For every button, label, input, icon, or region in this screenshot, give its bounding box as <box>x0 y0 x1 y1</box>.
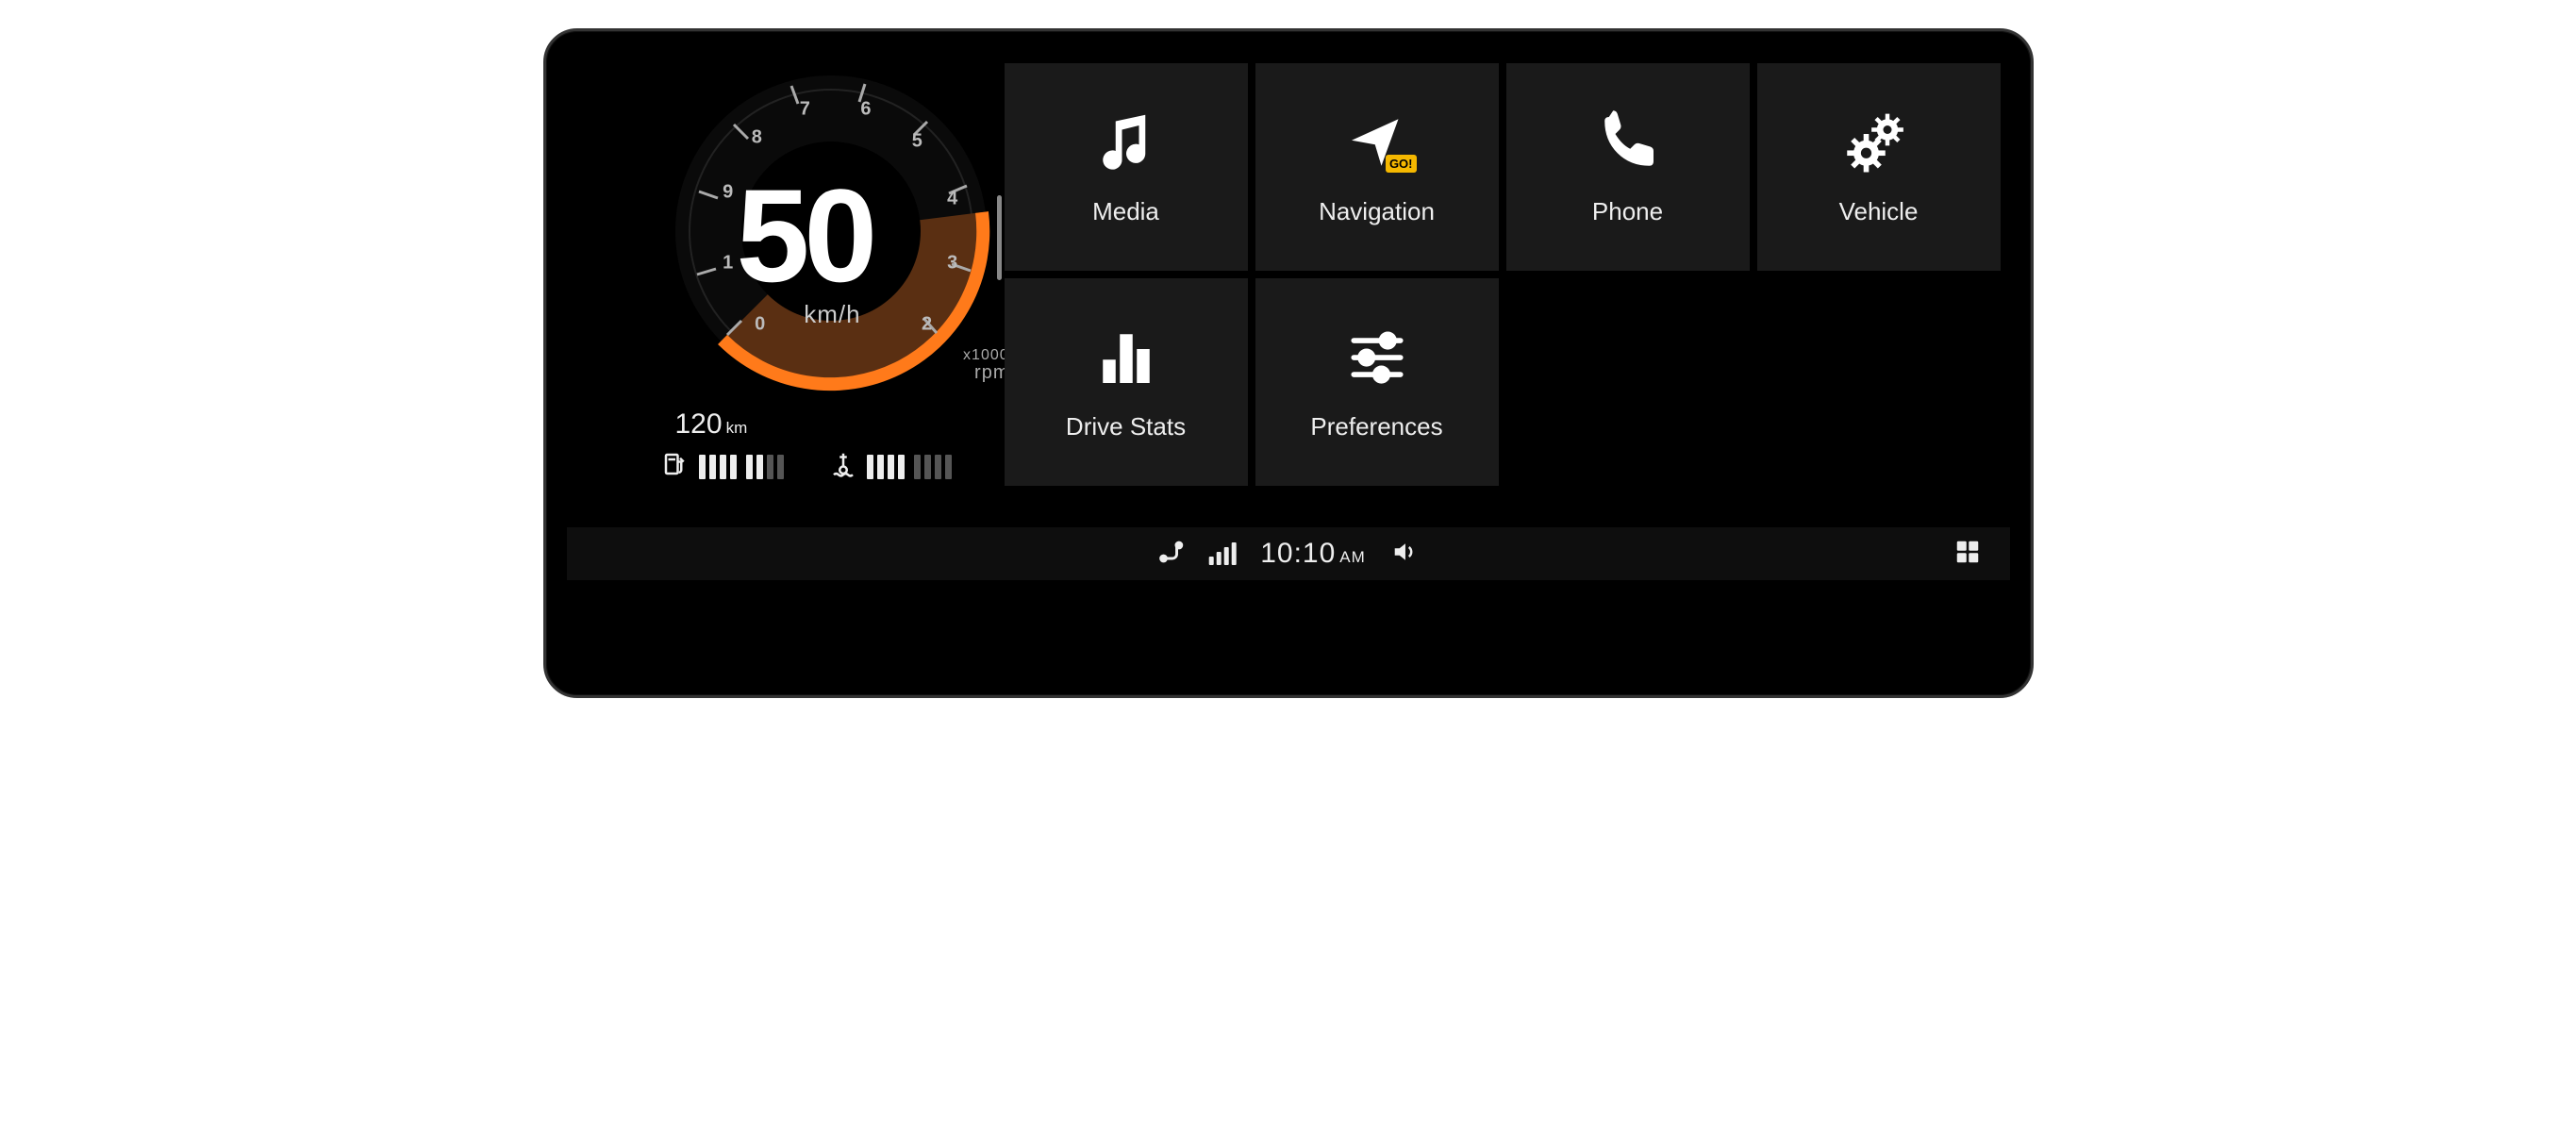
app-label: Drive Stats <box>1066 412 1186 441</box>
status-right <box>1953 538 1982 571</box>
apps-panel: Media GO! Navigation Phone <box>1001 52 2010 527</box>
tick-6: 6 <box>860 98 871 120</box>
temp-meter <box>829 450 952 483</box>
bar-chart-icon <box>1092 324 1160 391</box>
tachometer-gauge: 0 1 2 3 4 5 6 7 8 9 50 km/h <box>671 71 991 391</box>
tick-8: 8 <box>752 127 762 149</box>
app-tile-drivestats[interactable]: Drive Stats <box>1005 278 1248 486</box>
speed-readout: 50 km/h <box>737 170 873 329</box>
phone-icon <box>1594 108 1662 176</box>
signal-icon <box>1208 542 1236 565</box>
tick-7: 7 <box>800 98 810 120</box>
infotainment-device: 0 1 2 3 4 5 6 7 8 9 50 km/h <box>543 28 2034 698</box>
route-icon[interactable] <box>1157 539 1184 570</box>
app-tile-preferences[interactable]: Preferences <box>1255 278 1499 486</box>
app-label: Navigation <box>1319 197 1435 226</box>
fuel-bars <box>699 455 784 479</box>
app-label: Preferences <box>1310 412 1442 441</box>
app-label: Vehicle <box>1839 197 1919 226</box>
app-tile-navigation[interactable]: GO! Navigation <box>1255 63 1499 271</box>
status-center: 10:10AM <box>1157 538 1419 571</box>
gears-icon <box>1845 108 1913 176</box>
tick-5: 5 <box>912 130 922 152</box>
tick-1: 1 <box>723 253 733 275</box>
panel-divider-handle[interactable] <box>997 195 1002 280</box>
app-grid: Media GO! Navigation Phone <box>1005 63 2001 486</box>
sliders-icon <box>1343 324 1411 391</box>
go-badge: GO! <box>1386 155 1417 173</box>
app-label: Media <box>1092 197 1159 226</box>
tick-3: 3 <box>947 253 957 275</box>
tick-9: 9 <box>723 182 733 204</box>
screen: 0 1 2 3 4 5 6 7 8 9 50 km/h <box>567 52 2010 674</box>
speed-value: 50 <box>737 170 873 302</box>
app-label: Phone <box>1592 197 1663 226</box>
main-area: 0 1 2 3 4 5 6 7 8 9 50 km/h <box>567 52 2010 527</box>
clock-time: 10:10 <box>1260 538 1336 569</box>
fuel-icon <box>661 450 690 483</box>
coolant-temp-icon <box>829 450 857 483</box>
music-note-icon <box>1092 108 1160 176</box>
app-tile-media[interactable]: Media <box>1005 63 1248 271</box>
clock: 10:10AM <box>1260 538 1366 570</box>
app-tile-phone[interactable]: Phone <box>1506 63 1750 271</box>
app-tile-vehicle[interactable]: Vehicle <box>1757 63 2001 271</box>
temp-bars <box>867 455 952 479</box>
gauge-panel: 0 1 2 3 4 5 6 7 8 9 50 km/h <box>567 52 1001 527</box>
tick-4: 4 <box>947 189 957 210</box>
volume-icon[interactable] <box>1390 538 1419 571</box>
trip-distance: 120km <box>675 408 748 441</box>
trip-value: 120 <box>675 408 723 440</box>
trip-unit: km <box>726 419 748 437</box>
clock-ampm: AM <box>1339 548 1366 566</box>
bottom-bezel-space <box>567 580 2010 674</box>
navigation-arrow-icon: GO! <box>1343 108 1411 176</box>
fuel-meter <box>661 450 784 483</box>
status-bar: 10:10AM <box>567 527 2010 580</box>
meters-row <box>661 450 952 483</box>
apps-grid-icon[interactable] <box>1953 538 1982 571</box>
tick-2: 2 <box>922 313 932 335</box>
